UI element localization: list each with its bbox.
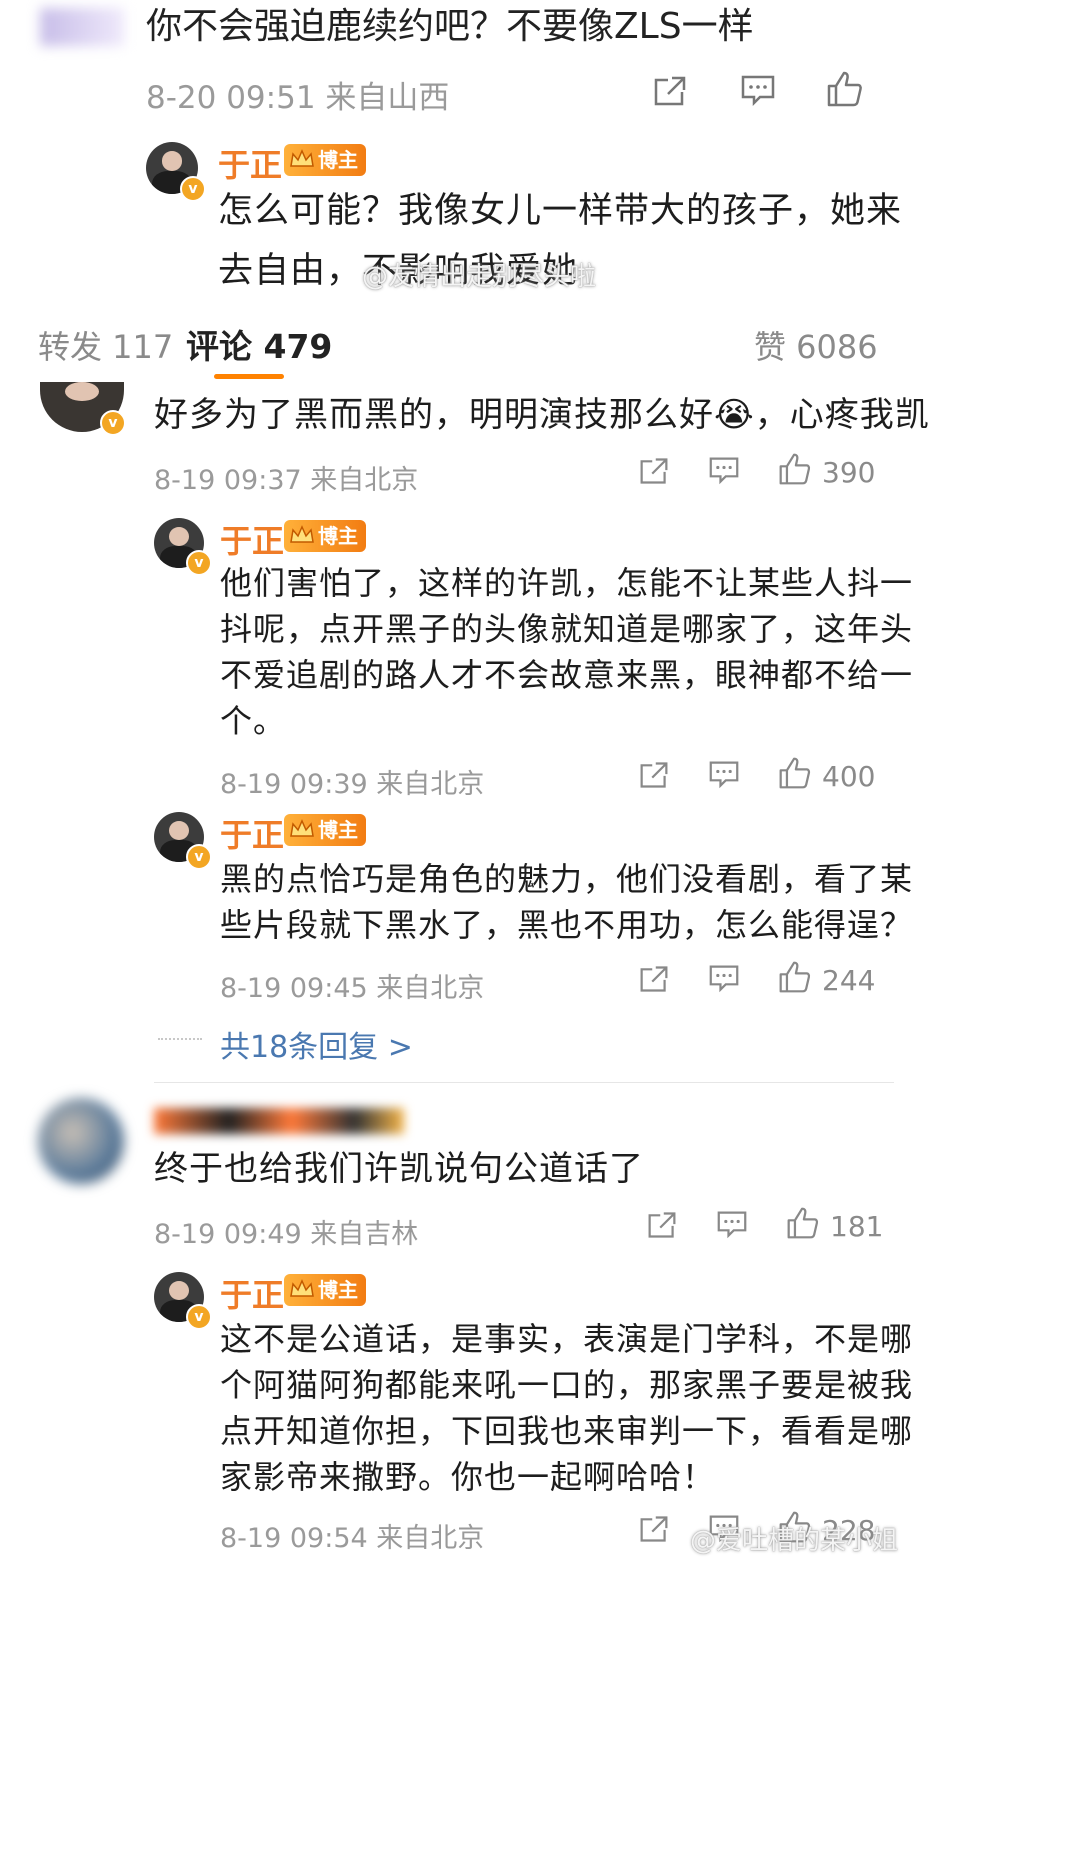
crown-icon bbox=[290, 149, 314, 167]
crown-icon bbox=[290, 525, 314, 543]
reply-line: 个。 bbox=[220, 702, 287, 740]
comment-icon[interactable] bbox=[708, 456, 740, 486]
tab-comment[interactable]: 评论 479 bbox=[186, 320, 332, 368]
reply-time-location: 8-19 09:45 来自北京 bbox=[220, 973, 485, 1004]
reply-text: 这不是公道话，是事实，表演是门学科，不是哪 个阿猫阿狗都能来吼一口的，那家黑子要… bbox=[220, 1316, 913, 1500]
reply-line: 点开知道你担，下回我也来审判一下，看看是哪 bbox=[220, 1412, 914, 1450]
comment-text-part: ，心疼我凯 bbox=[754, 395, 930, 435]
verified-badge: v bbox=[186, 550, 212, 576]
tab-repost[interactable]: 转发 117 bbox=[38, 322, 173, 368]
author-name[interactable]: 于正 bbox=[220, 516, 284, 562]
crown-icon bbox=[290, 819, 314, 837]
reply-line: 怎么可能？我像女儿一样带大的孩子，她来 bbox=[218, 191, 903, 231]
badge-label: 博主 bbox=[318, 1278, 358, 1302]
like-icon[interactable] bbox=[778, 452, 812, 486]
share-icon[interactable] bbox=[638, 456, 670, 486]
comment-icon[interactable] bbox=[740, 74, 776, 108]
reply-time-location: 8-19 09:39 来自北京 bbox=[220, 769, 485, 800]
comment-icon[interactable] bbox=[708, 760, 740, 790]
comment-text: 好多为了黑而黑的，明明演技那么好😭，心疼我凯 bbox=[154, 388, 930, 442]
tab-active-indicator bbox=[214, 374, 284, 379]
share-icon[interactable] bbox=[638, 964, 670, 994]
reply-line: 家影帝来撒野。你也一起啊哈哈！ bbox=[220, 1458, 716, 1496]
top-comment-time-location: 8-20 09:51 来自山西 bbox=[146, 80, 450, 116]
reply-text: 黑的点恰巧是角色的魅力，他们没看剧，看了某 些片段就下黑水了，黑也不用功，怎么能… bbox=[220, 856, 913, 948]
blogger-badge: 博主 bbox=[284, 1274, 366, 1306]
verified-badge: v bbox=[186, 1304, 212, 1330]
reply-time-location: 8-19 09:54 来自北京 bbox=[220, 1523, 485, 1554]
badge-label: 博主 bbox=[318, 148, 358, 172]
comment-icon[interactable] bbox=[708, 964, 740, 994]
badge-label: 博主 bbox=[318, 818, 358, 842]
share-icon[interactable] bbox=[652, 74, 688, 108]
badge-label: 博主 bbox=[318, 524, 358, 548]
blogger-badge: 博主 bbox=[284, 814, 366, 846]
watermark-text: @友情出走别尽头啦 bbox=[362, 262, 597, 292]
blogger-badge: 博主 bbox=[284, 144, 366, 176]
like-count: 390 bbox=[822, 456, 876, 489]
share-icon[interactable] bbox=[638, 1514, 670, 1544]
comment-text-part: 好多为了黑而黑的，明明演技那么好 bbox=[154, 395, 714, 435]
blurred-username bbox=[154, 1108, 404, 1134]
share-icon[interactable] bbox=[638, 760, 670, 790]
watermark-text: @爱吐槽的某小姐 bbox=[690, 1526, 899, 1556]
verified-badge: v bbox=[180, 176, 206, 202]
top-comment-text: 你不会强迫鹿续约吧？不要像ZLS一样 bbox=[146, 6, 754, 47]
author-name[interactable]: 于正 bbox=[220, 1270, 284, 1316]
author-name[interactable]: 于正 bbox=[218, 140, 282, 186]
verified-badge: v bbox=[186, 844, 212, 870]
reply-line: 他们害怕了，这样的许凯，怎能不让某些人抖一 bbox=[220, 564, 914, 602]
more-replies-link[interactable]: 共18条回复 > bbox=[220, 1022, 413, 1066]
reply-line: 这不是公道话，是事实，表演是门学科，不是哪 bbox=[220, 1320, 914, 1358]
dotted-leader bbox=[158, 1038, 202, 1040]
reply-line: 抖呢，点开黑子的头像就知道是哪家了，这年头 bbox=[220, 610, 914, 648]
reply-line: 些片段就下黑水了，黑也不用功，怎么能得逞？ bbox=[220, 906, 914, 944]
share-icon[interactable] bbox=[646, 1210, 678, 1240]
reply-line: 不爱追剧的路人才不会故意来黑，眼神都不给一 bbox=[220, 656, 914, 694]
comment-time-location: 8-19 09:49 来自吉林 bbox=[154, 1219, 419, 1250]
reply-line: 个阿猫阿狗都能来吼一口的，那家黑子要是被我 bbox=[220, 1366, 914, 1404]
like-icon[interactable] bbox=[778, 960, 812, 994]
like-icon[interactable] bbox=[826, 70, 864, 108]
blurred-avatar bbox=[38, 1098, 124, 1184]
divider bbox=[154, 1082, 894, 1083]
comment-icon[interactable] bbox=[716, 1210, 748, 1240]
like-count: 244 bbox=[822, 964, 876, 997]
reply-line: 黑的点恰巧是角色的魅力，他们没看剧，看了某 bbox=[220, 860, 914, 898]
blurred-avatar bbox=[40, 8, 124, 46]
verified-badge: v bbox=[100, 410, 126, 436]
crying-emoji-icon: 😭 bbox=[714, 395, 755, 435]
like-icon[interactable] bbox=[778, 756, 812, 790]
blogger-badge: 博主 bbox=[284, 520, 366, 552]
like-icon[interactable] bbox=[786, 1206, 820, 1240]
crown-icon bbox=[290, 1279, 314, 1297]
tab-like[interactable]: 赞 6086 bbox=[754, 322, 878, 368]
comment-time-location: 8-19 09:37 来自北京 bbox=[154, 465, 419, 496]
like-count: 181 bbox=[830, 1210, 884, 1243]
comment-text: 终于也给我们许凯说句公道话了 bbox=[154, 1149, 644, 1189]
like-count: 400 bbox=[822, 760, 876, 793]
reply-text: 他们害怕了，这样的许凯，怎能不让某些人抖一 抖呢，点开黑子的头像就知道是哪家了，… bbox=[220, 560, 913, 744]
author-name[interactable]: 于正 bbox=[220, 810, 284, 856]
